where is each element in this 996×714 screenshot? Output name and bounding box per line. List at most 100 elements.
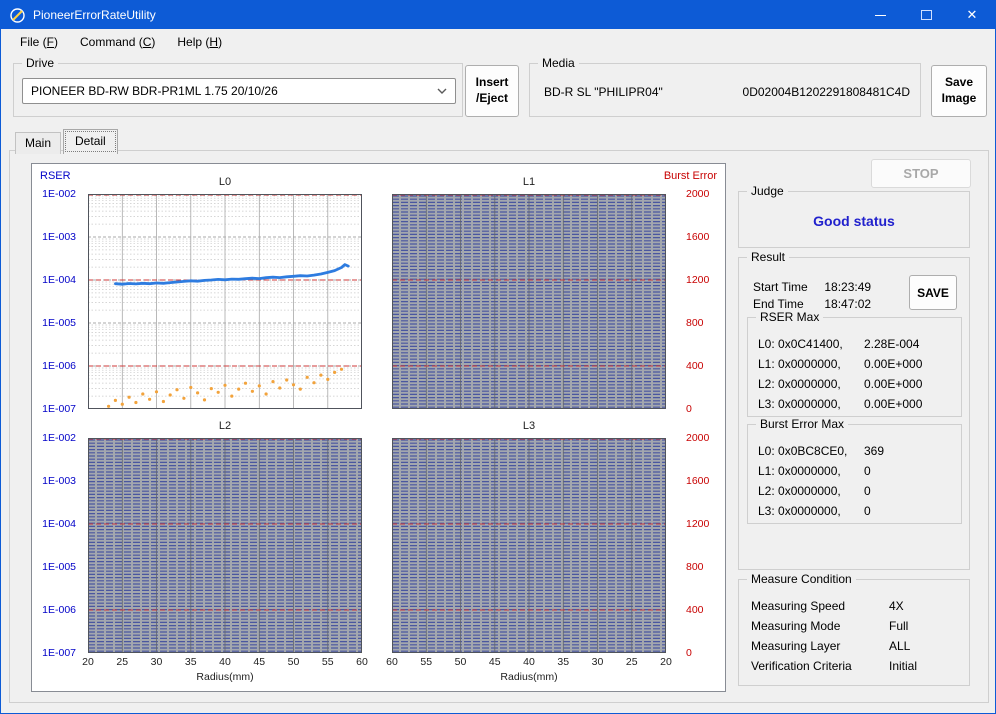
rser-max-row-l2: L2: 0x0000000, 0.00E+000 [758, 377, 923, 391]
radius-tick-label: 25 [625, 656, 638, 668]
end-time-row: End Time 18:47:02 [753, 297, 871, 311]
chart-l1 [392, 194, 666, 409]
drive-group: Drive PIONEER BD-RW BDR-PR1ML 1.75 20/10… [13, 56, 463, 117]
charts-panel: RSER Burst Error L0 L1 L2 L3 1E-002 1E-00… [31, 163, 726, 692]
rser-tick-label: 1E-004 [42, 518, 76, 530]
maximize-icon [920, 10, 932, 20]
radius-tick-label: 20 [82, 656, 94, 668]
y-axis-burst-ticks-row2: 2000 1600 1200 800 400 0 [684, 432, 726, 659]
burst-error-tick-label: 1200 [686, 274, 710, 286]
drive-select[interactable]: PIONEER BD-RW BDR-PR1ML 1.75 20/10/26 [22, 78, 456, 104]
radius-tick-label: 50 [454, 656, 467, 668]
measure-row-layer: Measuring Layer ALL [751, 639, 911, 653]
media-group-label: Media [538, 56, 579, 70]
drive-selected-value: PIONEER BD-RW BDR-PR1ML 1.75 20/10/26 [31, 84, 278, 98]
end-time-value: 18:47:02 [824, 297, 872, 311]
right-panel: STOP Judge Good status Result Start Time… [736, 156, 976, 701]
radius-tick-label: 60 [386, 656, 398, 668]
radius-tick-label: 40 [523, 656, 535, 668]
save-image-label-line2: Image [941, 91, 977, 105]
radius-tick-label: 35 [557, 656, 570, 668]
tab-detail[interactable]: Detail [63, 129, 118, 154]
insert-eject-label-line1: Insert [475, 75, 509, 90]
media-disc-type: BD-R SL "PHILIPR04" [544, 85, 663, 99]
insert-eject-label-line2: /Eject [475, 91, 508, 105]
start-time-value: 18:23:49 [824, 280, 872, 294]
rser-axis-label: RSER [40, 170, 71, 182]
burst-error-tick-label: 800 [686, 561, 704, 573]
rser-tick-label: 1E-007 [42, 403, 76, 415]
burst-error-max-group-label: Burst Error Max [756, 417, 849, 431]
radius-tick-label: 20 [660, 656, 672, 668]
window-controls: ✕ [857, 1, 995, 29]
title-bar: PioneerErrorRateUtility ✕ [1, 1, 995, 29]
x-axis-ticks-l3: 60 55 50 45 40 35 30 25 20 [386, 656, 672, 669]
radius-tick-label: 55 [321, 656, 334, 668]
menu-bar: File (F) Command (C) Help (H) [1, 29, 995, 55]
rser-tick-label: 1E-003 [42, 475, 76, 487]
radius-tick-label: 35 [184, 656, 197, 668]
save-image-button[interactable]: Save Image [931, 65, 987, 117]
burst-max-row-l3: L3: 0x0000000, 0 [758, 504, 871, 518]
burst-error-tick-label: 2000 [686, 188, 710, 200]
radius-tick-label: 60 [356, 656, 368, 668]
minimize-icon [874, 14, 886, 16]
rser-tick-label: 1E-004 [42, 274, 76, 286]
burst-error-tick-label: 0 [686, 403, 692, 415]
rser-tick-label: 1E-003 [42, 231, 76, 243]
save-image-label-line1: Save [944, 75, 974, 90]
burst-error-tick-label: 800 [686, 317, 704, 329]
start-time-row: Start Time 18:23:49 [753, 280, 871, 294]
save-button[interactable]: SAVE [909, 275, 957, 310]
chart-l2-title: L2 [218, 420, 232, 432]
burst-max-row-l0: L0: 0x0BC8CE0, 369 [758, 444, 885, 458]
x-axis-label-l2: Radius(mm) [196, 671, 254, 683]
app-icon [9, 7, 26, 24]
x-axis-ticks-l2: 20 25 30 35 40 45 50 55 60 [82, 656, 368, 669]
measure-condition-group: Measure Condition Measuring Speed 4X Meas… [738, 572, 970, 686]
tab-main[interactable]: Main [15, 132, 62, 154]
maximize-button[interactable] [903, 1, 949, 29]
x-axis-label-l3: Radius(mm) [500, 671, 558, 683]
burst-error-tick-label: 1600 [686, 231, 710, 243]
radius-tick-label: 30 [150, 656, 163, 668]
close-button[interactable]: ✕ [949, 1, 995, 29]
rser-tick-label: 1E-006 [42, 604, 76, 616]
minimize-button[interactable] [857, 1, 903, 29]
menu-file[interactable]: File (F) [9, 31, 69, 53]
burst-error-tick-label: 2000 [686, 432, 710, 444]
rser-tick-label: 1E-007 [42, 647, 76, 659]
rser-max-row-l0: L0: 0x0C41400, 2.28E-004 [758, 337, 920, 351]
chevron-down-icon [437, 88, 447, 94]
rser-tick-label: 1E-005 [42, 561, 76, 573]
chart-l2 [88, 438, 362, 653]
menu-command[interactable]: Command (C) [69, 31, 166, 53]
stop-button[interactable]: STOP [871, 159, 971, 188]
rser-max-row-l1: L1: 0x0000000, 0.00E+000 [758, 357, 923, 371]
burst-error-tick-label: 1600 [686, 475, 710, 487]
tab-strip: Main Detail [15, 129, 120, 154]
burst-error-axis-label: Burst Error [663, 170, 717, 182]
rser-tick-label: 1E-002 [42, 432, 76, 444]
chart-l3 [392, 438, 666, 653]
radius-tick-label: 45 [488, 656, 501, 668]
rser-tick-label: 1E-006 [42, 360, 76, 372]
menu-help[interactable]: Help (H) [166, 31, 233, 53]
judge-group: Judge Good status [738, 184, 970, 248]
media-disc-id: 0D02004B1202291808481C4D [742, 85, 910, 99]
radius-tick-label: 40 [219, 656, 231, 668]
insert-eject-button[interactable]: Insert /Eject [465, 65, 519, 117]
close-icon: ✕ [966, 7, 978, 22]
judge-status: Good status [813, 213, 895, 229]
media-info: BD-R SL "PHILIPR04" 0D02004B120229180848… [544, 85, 910, 99]
burst-error-tick-label: 400 [686, 360, 704, 372]
radius-tick-label: 55 [420, 656, 433, 668]
start-time-label: Start Time [753, 280, 808, 294]
chart-l1-title: L1 [522, 176, 536, 188]
result-group-label: Result [747, 250, 790, 264]
drive-group-label: Drive [22, 56, 59, 70]
burst-error-max-group: Burst Error Max L0: 0x0BC8CE0, 369 L1: 0x… [747, 417, 962, 524]
burst-max-row-l2: L2: 0x0000000, 0 [758, 484, 871, 498]
y-axis-rser-ticks-row2: 1E-002 1E-003 1E-004 1E-005 1E-006 1E-007 [32, 432, 82, 659]
rser-max-group: RSER Max L0: 0x0C41400, 2.28E-004 L1: 0x0… [747, 310, 962, 417]
